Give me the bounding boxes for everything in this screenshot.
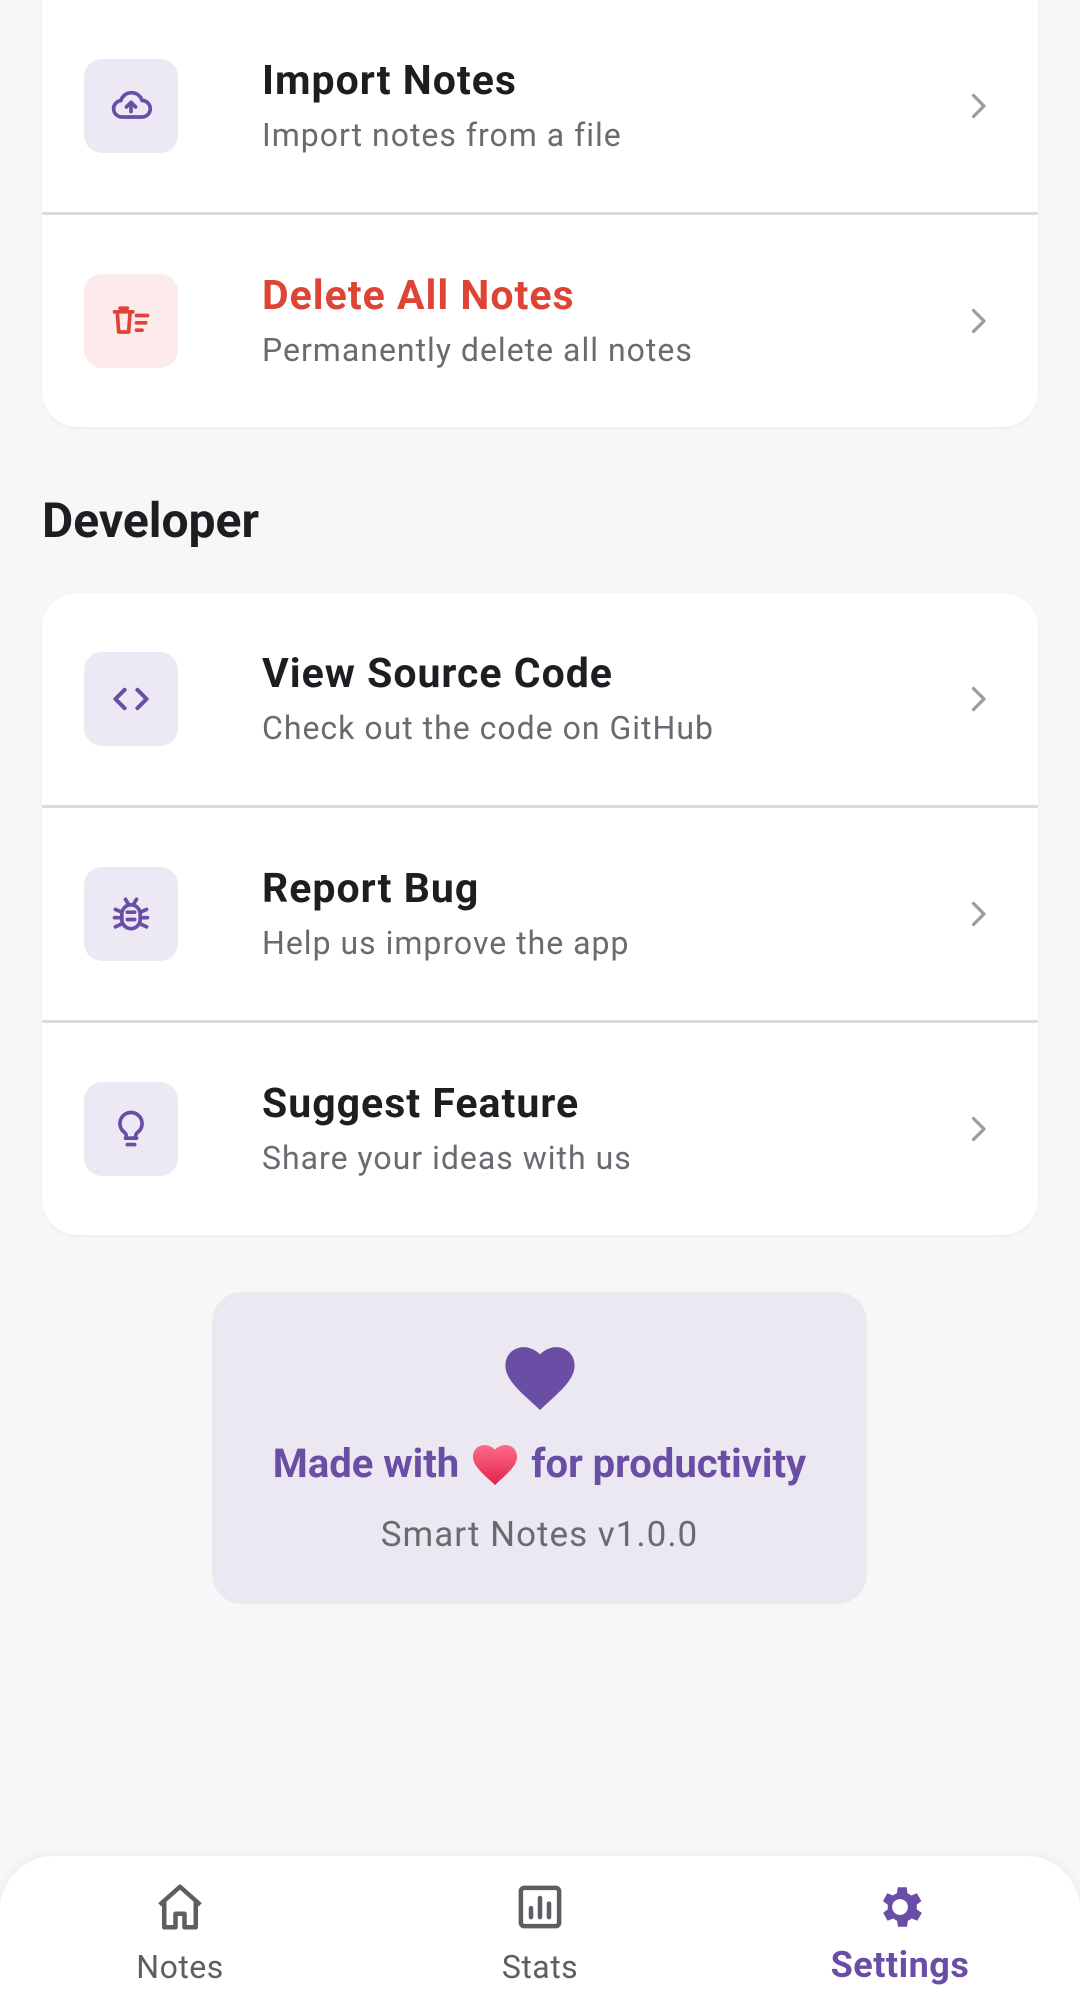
nav-notes[interactable]: Notes [0, 1856, 360, 2009]
app-version: Smart Notes v1.0.0 [380, 1514, 699, 1555]
report-bug-subtitle: Help us improve the app [262, 924, 630, 962]
nav-stats[interactable]: Stats [360, 1856, 720, 2009]
bottom-navigation-bar: Notes Stats Settings [0, 1856, 1080, 2009]
chevron-right-icon [971, 686, 986, 712]
suggest-feature-title: Suggest Feature [262, 1080, 580, 1128]
code-icon [84, 652, 178, 746]
nav-notes-label: Notes [136, 1948, 224, 1986]
made-with-text: Made with [272, 1440, 460, 1487]
bug-icon [84, 867, 178, 961]
heart-icon [505, 1347, 575, 1410]
suggest-feature-subtitle: Share your ideas with us [262, 1139, 632, 1177]
suggest-feature-item[interactable]: Suggest Feature Share your ideas with us [42, 1023, 1038, 1235]
import-notes-item[interactable]: Import Notes Import notes from a file [42, 0, 1038, 212]
data-settings-card: Import Notes Import notes from a file De… [42, 0, 1038, 427]
lightbulb-icon [84, 1082, 178, 1176]
report-bug-item[interactable]: Report Bug Help us improve the app [42, 808, 1038, 1020]
settings-screen: Import Notes Import notes from a file De… [0, 0, 1080, 2009]
import-notes-subtitle: Import notes from a file [262, 116, 622, 154]
delete-all-notes-subtitle: Permanently delete all notes [262, 331, 693, 369]
nav-settings-label: Settings [830, 1944, 970, 1986]
chevron-right-icon [971, 1116, 986, 1142]
delete-all-notes-item[interactable]: Delete All Notes Permanently delete all … [42, 215, 1038, 427]
stats-icon [518, 1885, 562, 1929]
developer-section-title: Developer [42, 492, 260, 549]
view-source-code-title: View Source Code [262, 650, 613, 698]
for-productivity-text: for productivity [531, 1440, 807, 1487]
red-heart-icon [473, 1444, 518, 1485]
home-icon [158, 1884, 202, 1930]
delete-sweep-icon [84, 274, 178, 368]
app-info-card: Made with for productivity Smart Notes v… [212, 1292, 867, 1604]
cloud-upload-icon [84, 59, 178, 153]
chevron-right-icon [971, 308, 986, 334]
delete-all-notes-title: Delete All Notes [262, 272, 575, 320]
nav-stats-label: Stats [501, 1948, 579, 1986]
view-source-code-item[interactable]: View Source Code Check out the code on G… [42, 593, 1038, 805]
import-notes-title: Import Notes [262, 57, 517, 105]
chevron-right-icon [971, 93, 986, 119]
report-bug-title: Report Bug [262, 865, 480, 913]
developer-card: View Source Code Check out the code on G… [42, 593, 1038, 1235]
nav-settings[interactable]: Settings [720, 1856, 1080, 2009]
gear-icon [882, 1887, 922, 1927]
chevron-right-icon [971, 901, 986, 927]
view-source-code-subtitle: Check out the code on GitHub [262, 709, 714, 747]
